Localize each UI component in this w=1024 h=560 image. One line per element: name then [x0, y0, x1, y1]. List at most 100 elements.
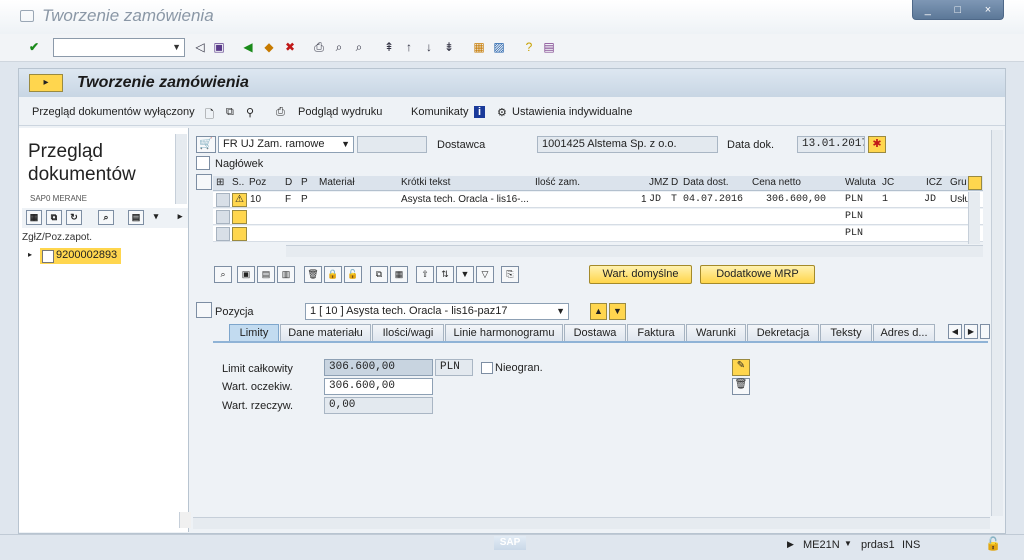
chevron-down-icon[interactable]: ▼ [844, 539, 852, 548]
col-p[interactable]: P [301, 177, 308, 188]
sort-icon[interactable]: ⇅ [436, 266, 454, 283]
settings-icon[interactable]: ⚙ [497, 106, 507, 119]
tab-texts[interactable]: Teksty [820, 324, 872, 341]
copy-icon[interactable]: ⧉ [46, 210, 62, 225]
find-next-icon[interactable]: ⌕ [352, 40, 366, 54]
currency-field[interactable]: PLN [435, 359, 473, 376]
enter-check-icon[interactable]: ✔ [27, 40, 41, 54]
select-all-icon[interactable]: ▣ [237, 266, 255, 283]
tab-list-icon[interactable] [980, 324, 990, 339]
cell-unit[interactable]: JD [649, 194, 661, 205]
personal-settings-button[interactable]: Ustawienia indywidualne [512, 106, 632, 118]
back-icon[interactable]: ◀ [241, 40, 255, 54]
find-tree-icon[interactable]: ⌕ [98, 210, 114, 225]
chevron-down-icon[interactable]: ▼ [556, 306, 565, 316]
help-icon[interactable]: ? [522, 40, 536, 54]
cancel-icon[interactable]: ✖ [283, 40, 297, 54]
delete-icon[interactable]: 🗑 [304, 266, 322, 283]
tab-delivery[interactable]: Dostawa [564, 324, 626, 341]
collapse-arrow-icon[interactable]: ◁ [193, 40, 207, 54]
unlimited-checkbox[interactable] [481, 362, 493, 374]
messages-button[interactable]: Komunikaty [411, 106, 468, 118]
print-icon[interactable]: ⎙ [312, 40, 326, 54]
lock-icon[interactable]: 🔒 [324, 266, 342, 283]
export-icon[interactable]: ⎘ [501, 266, 519, 283]
col-jc[interactable]: JC [882, 177, 894, 188]
shortcut-icon[interactable]: ▨ [492, 40, 506, 54]
save-icon[interactable]: ▣ [212, 40, 226, 54]
close-button[interactable]: × [985, 4, 991, 16]
last-page-icon[interactable]: ⇟ [442, 40, 456, 54]
row-selector[interactable] [216, 210, 230, 224]
layout-icon[interactable]: ▤ [128, 210, 144, 225]
tab-invoice[interactable]: Faktura [627, 324, 685, 341]
main-vertical-scrollbar[interactable] [991, 130, 1003, 516]
col-icz[interactable]: ICZ [926, 177, 942, 188]
col-status[interactable]: S.. [232, 177, 244, 188]
new-session-icon[interactable]: ▦ [472, 40, 486, 54]
left-pane-scrollbar[interactable] [175, 134, 187, 204]
tree-expand-icon[interactable]: ▸ [28, 250, 32, 259]
col-d[interactable]: D [285, 177, 292, 188]
tab-account-assignment[interactable]: Dekretacja [747, 324, 819, 341]
status-bug-icon[interactable]: ✱ [868, 136, 886, 153]
cell-d[interactable]: F [285, 194, 291, 205]
cell-short-text[interactable]: Asysta tech. Oracla - lis16-... [401, 194, 529, 205]
tab-limits[interactable]: Limity [229, 324, 279, 341]
table-row[interactable]: 10 F P Asysta tech. Oracla - lis16-... 1… [213, 192, 983, 208]
minimize-button[interactable]: _ [925, 4, 931, 16]
prev-item-icon[interactable]: ▲ [590, 303, 607, 320]
col-qty[interactable]: Ilość zam. [535, 177, 580, 188]
item-select[interactable]: 1 [ 10 ] Asysta tech. Oracla - lis16-paz… [305, 303, 569, 320]
table-row[interactable]: PLN [213, 226, 983, 242]
tab-material-data[interactable]: Dane materiału [280, 324, 371, 341]
item-expand-icon[interactable] [196, 302, 212, 318]
maximize-button[interactable]: □ [955, 4, 962, 16]
cell-delivery[interactable]: 04.07.2016 [683, 194, 743, 205]
cart-icon[interactable]: 🛒 [196, 136, 216, 153]
default-values-button[interactable]: Wart. domyślne [589, 265, 692, 284]
mode-label[interactable]: INS [902, 539, 920, 551]
row-selector[interactable] [216, 227, 230, 241]
chevron-down-icon[interactable]: ▼ [172, 42, 181, 52]
sort-asc-icon[interactable]: ⇧ [416, 266, 434, 283]
scroll-right-icon[interactable]: ▸ [172, 210, 188, 225]
layout-menu-icon[interactable]: ▤ [542, 40, 556, 54]
header-expand-icon[interactable] [196, 156, 210, 170]
column-config-icon[interactable] [968, 176, 982, 190]
find-icon[interactable]: ⌕ [332, 40, 346, 54]
hold-icon[interactable]: ⚲ [246, 106, 254, 119]
cell-currency[interactable]: PLN [845, 211, 863, 222]
grid-settings-icon[interactable]: ⊞ [216, 177, 224, 188]
split-icon[interactable]: ▦ [390, 266, 408, 283]
other-doc-icon[interactable]: ⧉ [226, 106, 234, 119]
items-expand-icon[interactable] [196, 174, 212, 190]
grid-vertical-scrollbar[interactable] [968, 192, 980, 244]
first-page-icon[interactable]: ⇞ [382, 40, 396, 54]
row-selector[interactable] [216, 193, 230, 207]
filter-icon[interactable]: ▼ [456, 266, 474, 283]
info-icon[interactable]: i [474, 106, 486, 118]
cell-jc[interactable]: 1 [882, 194, 888, 205]
details-icon[interactable]: ⌕ [214, 266, 232, 283]
additional-mrp-button[interactable]: Dodatkowe MRP [700, 265, 815, 284]
chevron-down-icon[interactable]: ▼ [341, 139, 350, 149]
col-material[interactable]: Materiał [319, 177, 355, 188]
cell-gru[interactable]: Usłu [950, 194, 970, 205]
deselect-icon[interactable]: ▤ [257, 266, 275, 283]
total-limit-field[interactable]: 306.600,00 [324, 359, 433, 376]
tab-quantities[interactable]: Ilości/wagi [372, 324, 444, 341]
command-field[interactable]: ▼ [53, 38, 185, 57]
cell-price[interactable]: 306.600,00 [766, 194, 826, 205]
tab-conditions[interactable]: Warunki [686, 324, 746, 341]
copy-row-icon[interactable]: ⧉ [370, 266, 388, 283]
left-splitter-handle[interactable] [179, 512, 191, 528]
cell-currency[interactable]: PLN [845, 194, 863, 205]
edit-limit-icon[interactable]: ✎ [732, 359, 750, 376]
next-page-icon[interactable]: ↓ [422, 40, 436, 54]
print-preview-icon[interactable]: ⎙ [276, 106, 285, 119]
refresh-icon[interactable]: ↻ [66, 210, 82, 225]
cell-dcat[interactable]: T [671, 194, 677, 205]
delete-limit-icon[interactable]: 🗑 [732, 378, 750, 395]
tab-address[interactable]: Adres d... [873, 324, 935, 341]
